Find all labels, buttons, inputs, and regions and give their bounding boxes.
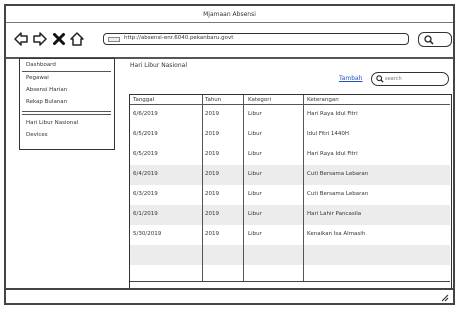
- menu-item-pegawai[interactable]: Pegawai: [26, 75, 49, 81]
- table-bottom-border: [130, 281, 450, 282]
- browser-window: Mjamaan Absensi http://absensi-enr.6040.…: [4, 4, 455, 305]
- cell-tanggal: 5/30/2019: [133, 231, 162, 237]
- cell-tahun: 2019: [205, 111, 219, 117]
- column-header-tanggal[interactable]: Tanggal: [133, 97, 154, 103]
- cell-keterangan: Idul Fitri 1440H: [307, 131, 349, 137]
- browser-search-button[interactable]: [418, 32, 452, 47]
- search-icon: [376, 75, 384, 83]
- column-divider: [202, 95, 203, 281]
- menu-item-rekap-bulanan[interactable]: Rekap Bulanan: [26, 99, 67, 105]
- page-title: Hari Libur Nasional: [130, 62, 187, 69]
- cell-tanggal: 6/5/2019: [133, 131, 158, 137]
- menu-divider: [22, 71, 111, 72]
- menu-divider: [22, 111, 111, 112]
- search-icon: [424, 35, 434, 45]
- cell-tahun: 2019: [205, 131, 219, 137]
- cell-keterangan: Cuti Bersama Lebaran: [307, 171, 369, 177]
- holiday-table: Tanggal Tahun Kategori Keterangan 6/6/20…: [129, 94, 452, 291]
- address-bar[interactable]: http://absensi-enr.6040.pekanbaru.govt: [103, 33, 409, 45]
- cell-kategori: Libur: [248, 131, 262, 137]
- cell-kategori: Libur: [248, 111, 262, 117]
- menu-item-hari-libur-nasional[interactable]: Hari Libur Nasional: [26, 120, 78, 126]
- column-header-keterangan[interactable]: Keterangan: [307, 97, 339, 103]
- home-icon[interactable]: [70, 32, 84, 46]
- menu-item-devices[interactable]: Devices: [26, 132, 48, 138]
- page-icon: [108, 36, 120, 42]
- table-row[interactable]: 6/1/2019 2019 Libur Hari Lahir Pancasila: [130, 205, 450, 225]
- cell-tahun: 2019: [205, 211, 219, 217]
- cell-tanggal: 6/1/2019: [133, 211, 158, 217]
- cell-keterangan: Hari Lahir Pancasila: [307, 211, 362, 217]
- search-box[interactable]: [371, 72, 449, 86]
- forward-arrow-icon[interactable]: [33, 32, 47, 46]
- cell-tahun: 2019: [205, 191, 219, 197]
- address-text: http://absensi-enr.6040.pekanbaru.govt: [124, 35, 234, 41]
- cell-kategori: Libur: [248, 151, 262, 157]
- cell-keterangan: Hari Raya Idul Fitri: [307, 151, 358, 157]
- resize-grip-icon[interactable]: [440, 293, 449, 302]
- cell-kategori: Libur: [248, 191, 262, 197]
- table-row-empty[interactable]: [130, 245, 450, 265]
- column-divider: [303, 95, 304, 281]
- table-row[interactable]: 6/3/2019 2019 Libur Cuti Bersama Lebaran: [130, 185, 450, 205]
- table-row-empty[interactable]: [130, 265, 450, 285]
- menu-item-absensi-harian[interactable]: Absensi Harian: [26, 87, 67, 93]
- nav-menu: Dashboard Pegawai Absensi Harian Rekap B…: [19, 58, 115, 150]
- cell-kategori: Libur: [248, 211, 262, 217]
- column-divider: [243, 95, 244, 281]
- cell-tanggal: 6/4/2019: [133, 171, 158, 177]
- cell-keterangan: Cuti Bersama Lebaran: [307, 191, 369, 197]
- browser-toolbar: http://absensi-enr.6040.pekanbaru.govt: [6, 23, 453, 59]
- cell-tahun: 2019: [205, 231, 219, 237]
- table-row[interactable]: 6/6/2019 2019 Libur Hari Raya Idul Fitri: [130, 105, 450, 125]
- table-row[interactable]: 6/5/2019 2019 Libur Idul Fitri 1440H: [130, 125, 450, 145]
- window-title: Mjamaan Absensi: [203, 10, 256, 18]
- status-bar: [6, 288, 453, 303]
- cell-tahun: 2019: [205, 171, 219, 177]
- menu-divider: [22, 114, 111, 115]
- table-row[interactable]: 5/30/2019 2019 Libur Kenaikan Isa Almasi…: [130, 225, 450, 245]
- table-row[interactable]: 6/4/2019 2019 Libur Cuti Bersama Lebaran: [130, 165, 450, 185]
- cell-kategori: Libur: [248, 231, 262, 237]
- cell-tanggal: 6/6/2019: [133, 111, 158, 117]
- cell-tanggal: 6/3/2019: [133, 191, 158, 197]
- table-row[interactable]: 6/5/2019 2019 Libur Hari Raya Idul Fitri: [130, 145, 450, 165]
- back-arrow-icon[interactable]: [14, 32, 28, 46]
- cell-keterangan: Kenaikan Isa Almasih: [307, 231, 366, 237]
- menu-item-dashboard[interactable]: Dashboard: [26, 62, 56, 68]
- window-titlebar: Mjamaan Absensi: [6, 6, 453, 23]
- search-input[interactable]: [385, 74, 443, 83]
- column-header-kategori[interactable]: Kategori: [248, 97, 271, 103]
- cell-tanggal: 6/5/2019: [133, 151, 158, 157]
- cell-kategori: Libur: [248, 171, 262, 177]
- cell-keterangan: Hari Raya Idul Fitri: [307, 111, 358, 117]
- add-button[interactable]: Tambah: [339, 75, 362, 82]
- close-icon[interactable]: [52, 32, 66, 46]
- cell-tahun: 2019: [205, 151, 219, 157]
- column-header-tahun[interactable]: Tahun: [205, 97, 221, 103]
